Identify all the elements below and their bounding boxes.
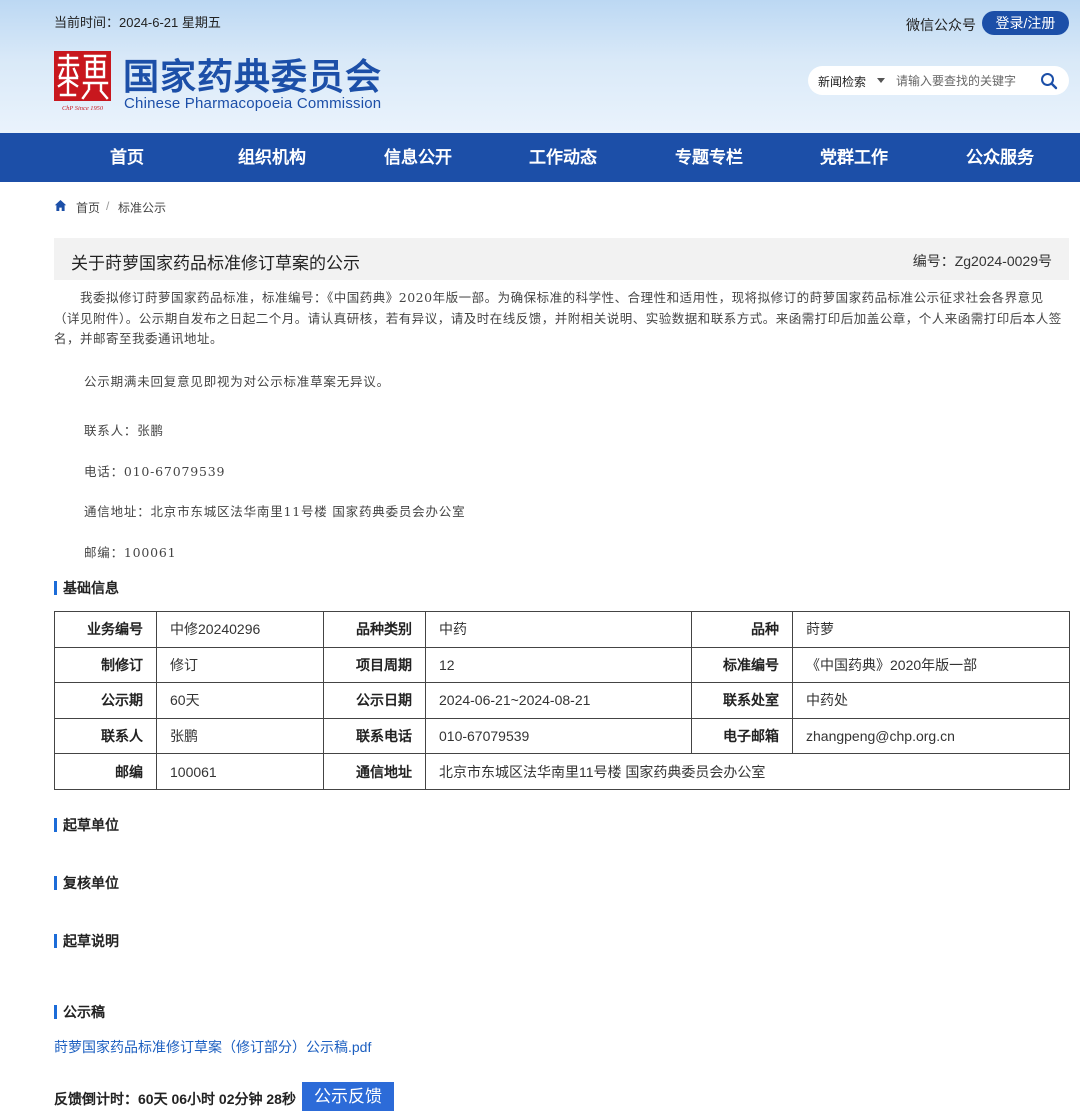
table-row: 邮编 100061 通信地址 北京市东城区法华南里11号楼 国家药典委员会办公室 — [54, 753, 1070, 790]
table-key: 联系人 — [54, 717, 157, 755]
notice-note: 公示期满未回复意见即视为对公示标准草案无异议。 — [84, 374, 390, 389]
table-value: 中药 — [425, 611, 692, 648]
section-publicity-draft: 公示稿 — [54, 1004, 105, 1020]
search-category-select[interactable]: 新闻检索 — [818, 73, 866, 90]
table-key: 品种类别 — [323, 611, 426, 648]
table-key: 品种 — [691, 611, 793, 648]
notice-number: 编号：Zg2024-0029号 — [912, 253, 1052, 269]
table-key: 联系处室 — [691, 682, 793, 719]
main-nav: 首页 组织机构 信息公开 工作动态 专题专栏 党群工作 公众服务 — [0, 133, 1080, 182]
contact-postcode: 邮编：100061 — [84, 545, 177, 560]
caret-down-icon[interactable] — [877, 78, 885, 83]
table-row: 联系人 张鹏 联系电话 010-67079539 电子邮箱 zhangpeng@… — [54, 717, 1070, 755]
breadcrumb-home[interactable]: 首页 — [76, 199, 100, 216]
svg-text:ChP Since 1950: ChP Since 1950 — [62, 105, 104, 112]
table-row: 公示期 60天 公示日期 2024-06-21~2024-08-21 联系处室 … — [54, 682, 1070, 719]
table-value: 修订 — [156, 646, 324, 684]
table-value: 2024-06-21~2024-08-21 — [425, 682, 692, 719]
section-drafting-unit: 起草单位 — [54, 817, 119, 833]
nav-home[interactable]: 首页 — [67, 133, 187, 182]
current-date: 当前时间：2024-6-21 星期五 — [54, 15, 221, 30]
section-review-unit: 复核单位 — [54, 875, 119, 891]
table-value: 《中国药典》2020年版一部 — [792, 646, 1070, 684]
table-value: 010-67079539 — [425, 717, 692, 755]
table-value: 100061 — [156, 753, 324, 790]
table-value: 张鹏 — [156, 717, 324, 755]
table-value: 莳萝 — [792, 611, 1070, 648]
wechat-link[interactable]: 微信公众号 — [906, 15, 976, 35]
section-drafting-note: 起草说明 — [54, 933, 119, 949]
table-value: 中修20240296 — [156, 611, 324, 648]
table-value: 中药处 — [792, 682, 1070, 719]
table-key: 项目周期 — [323, 646, 426, 684]
table-row: 业务编号 中修20240296 品种类别 中药 品种 莳萝 — [54, 611, 1070, 648]
site-header: 当前时间：2024-6-21 星期五 微信公众号 登录/注册 ChP Since… — [0, 0, 1080, 133]
table-value: 12 — [425, 646, 692, 684]
search-bar: 新闻检索 — [808, 66, 1069, 95]
table-value: 60天 — [156, 682, 324, 719]
table-key: 公示期 — [54, 682, 157, 719]
section-basic-info: 基础信息 — [54, 580, 119, 596]
nav-special-topics[interactable]: 专题专栏 — [649, 133, 769, 182]
table-key: 邮编 — [54, 753, 157, 790]
home-icon[interactable] — [54, 199, 67, 212]
nav-party-work[interactable]: 党群工作 — [794, 133, 914, 182]
notice-title: 关于莳萝国家药品标准修订草案的公示 — [71, 254, 360, 273]
search-input[interactable] — [896, 70, 1034, 91]
table-key: 联系电话 — [323, 717, 426, 755]
nav-information-disclosure[interactable]: 信息公开 — [358, 133, 478, 182]
contact-address: 通信地址：北京市东城区法华南里11号楼 国家药典委员会办公室 — [84, 504, 466, 519]
nav-organization[interactable]: 组织机构 — [212, 133, 332, 182]
table-key: 通信地址 — [323, 753, 426, 790]
breadcrumb-separator: / — [106, 199, 110, 213]
contact-person: 联系人：张鹏 — [84, 423, 164, 438]
pharmacopoeia-seal-logo[interactable]: ChP Since 1950 — [54, 51, 111, 113]
contact-phone: 电话：010-67079539 — [84, 464, 226, 479]
table-value: 北京市东城区法华南里11号楼 国家药典委员会办公室 — [425, 753, 1070, 790]
publicity-draft-pdf-link[interactable]: 莳萝国家药品标准修订草案（修订部分）公示稿.pdf — [54, 1037, 371, 1057]
table-key: 公示日期 — [323, 682, 426, 719]
breadcrumb-current[interactable]: 标准公示 — [118, 199, 166, 216]
table-key: 制修订 — [54, 646, 157, 684]
feedback-countdown: 反馈倒计时：60天 06小时 02分钟 28秒 — [54, 1091, 296, 1107]
nav-work-news[interactable]: 工作动态 — [503, 133, 623, 182]
site-title-cn[interactable]: 国家药典委员会 — [123, 48, 382, 100]
search-icon[interactable] — [1039, 71, 1059, 91]
table-value: zhangpeng@chp.org.cn — [792, 717, 1070, 755]
login-register-button[interactable]: 登录/注册 — [982, 11, 1069, 35]
table-key: 标准编号 — [691, 646, 793, 684]
table-key: 电子邮箱 — [691, 717, 793, 755]
notice-title-bar: 关于莳萝国家药品标准修订草案的公示 编号：Zg2024-0029号 — [54, 238, 1069, 280]
notice-paragraph: 我委拟修订莳萝国家药品标准，标准编号：《中国药典》2020年版一部。为确保标准的… — [54, 290, 1062, 346]
site-title-en: Chinese Pharmacopoeia Commission — [124, 95, 382, 112]
basic-info-table: 业务编号 中修20240296 品种类别 中药 品种 莳萝 制修订 修订 项目周… — [54, 611, 1070, 790]
table-row: 制修订 修订 项目周期 12 标准编号 《中国药典》2020年版一部 — [54, 646, 1070, 684]
nav-public-service[interactable]: 公众服务 — [940, 133, 1060, 182]
table-key: 业务编号 — [54, 611, 157, 648]
public-feedback-button[interactable]: 公示反馈 — [302, 1082, 394, 1111]
